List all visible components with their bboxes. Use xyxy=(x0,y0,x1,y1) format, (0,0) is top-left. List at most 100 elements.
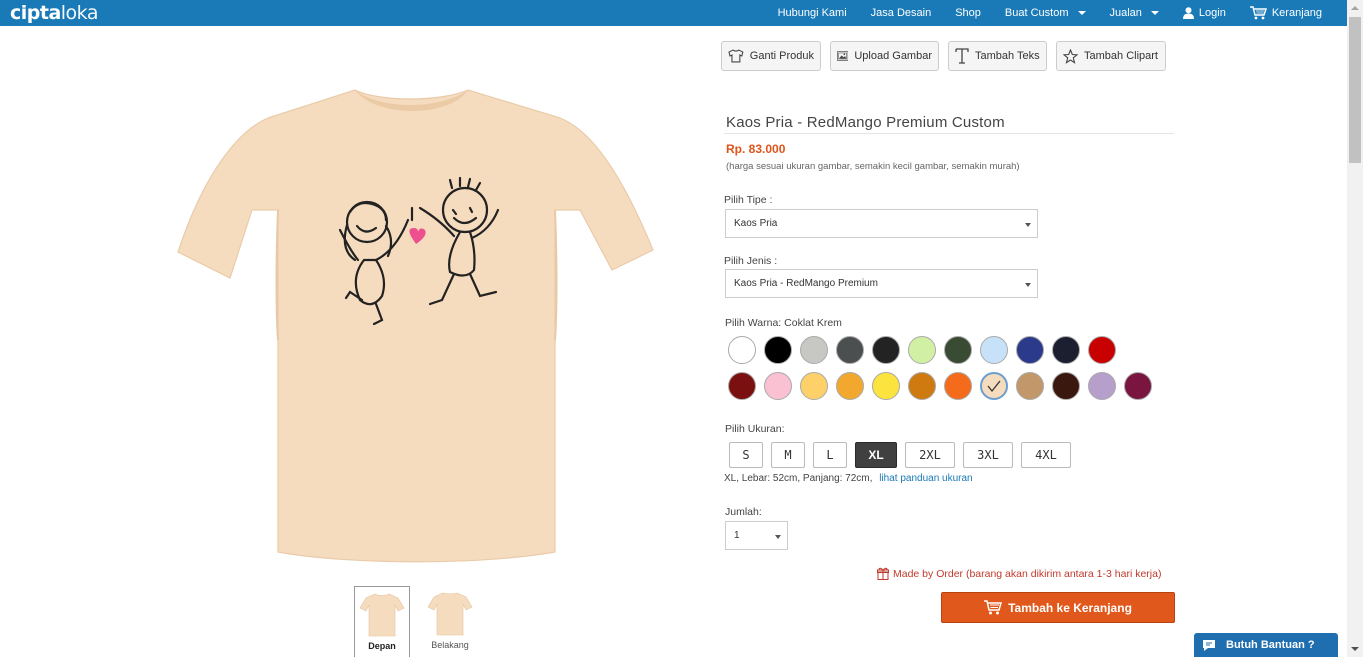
color-swatch[interactable] xyxy=(1016,372,1044,400)
nav-design-service[interactable]: Jasa Desain xyxy=(859,7,944,19)
scroll-thumb[interactable] xyxy=(1349,17,1361,163)
nav-design-label: Jasa Desain xyxy=(870,7,932,19)
chat-bubble-icon xyxy=(1203,639,1215,651)
nav-custom-label: Buat Custom xyxy=(1004,7,1069,19)
help-label: Butuh Bantuan ? xyxy=(1226,639,1315,651)
dropdown-arrow-icon xyxy=(1025,283,1031,287)
kind-select[interactable]: Kaos Pria - RedMango Premium xyxy=(725,269,1038,298)
price-note: (harga sesuai ukuran gambar, semakin kec… xyxy=(726,161,1020,172)
size-guide-link[interactable]: lihat panduan ukuran xyxy=(879,473,972,484)
color-swatch[interactable] xyxy=(1088,372,1116,400)
color-swatch[interactable] xyxy=(944,336,972,364)
nav-contact-label: Hubungi Kami xyxy=(777,7,847,19)
qty-value: 1 xyxy=(734,530,740,541)
cart-icon xyxy=(984,600,1003,615)
tshirt-front-icon xyxy=(359,593,405,637)
logo-text-thin: loka xyxy=(60,2,99,24)
size-option[interactable]: XL xyxy=(855,442,897,468)
add-text-label: Tambah Teks xyxy=(975,50,1040,62)
size-info-text: XL, Lebar: 52cm, Panjang: 72cm, xyxy=(724,473,873,484)
nav-custom-dropdown[interactable]: Buat Custom xyxy=(993,7,1098,19)
change-product-button[interactable]: Ganti Produk xyxy=(721,41,821,71)
product-title: Kaos Pria - RedMango Premium Custom xyxy=(724,114,1174,134)
chevron-down-icon xyxy=(1150,11,1159,15)
color-swatch[interactable] xyxy=(836,372,864,400)
nav-cart[interactable]: Keranjang xyxy=(1238,6,1334,20)
color-swatch[interactable] xyxy=(1016,336,1044,364)
color-swatch[interactable] xyxy=(872,336,900,364)
star-icon xyxy=(1063,48,1078,64)
type-select-value: Kaos Pria xyxy=(734,218,778,229)
nav-sell-dropdown[interactable]: Jualan xyxy=(1098,7,1171,19)
thumb-front-label: Depan xyxy=(368,641,396,651)
nav-cart-label: Keranjang xyxy=(1271,7,1322,19)
color-swatch[interactable] xyxy=(728,336,756,364)
thumb-front[interactable]: Depan xyxy=(354,586,410,657)
help-chat-button[interactable]: Butuh Bantuan ? xyxy=(1194,633,1338,657)
view-thumbnails: Depan Belakang xyxy=(354,586,478,657)
type-select[interactable]: Kaos Pria xyxy=(725,209,1038,238)
quantity-select[interactable]: 1 xyxy=(725,521,788,550)
scroll-up-arrow-icon[interactable] xyxy=(1351,6,1359,10)
logo-text-bold: cipta xyxy=(10,2,61,24)
color-swatch[interactable] xyxy=(1088,336,1116,364)
scroll-down-arrow-icon[interactable] xyxy=(1351,647,1359,651)
size-option[interactable]: 4XL xyxy=(1021,442,1071,468)
color-swatch[interactable] xyxy=(764,372,792,400)
tshirt-icon xyxy=(728,49,744,63)
upload-image-button[interactable]: Upload Gambar xyxy=(830,41,939,71)
color-swatch[interactable] xyxy=(800,336,828,364)
text-icon xyxy=(955,48,969,64)
thumb-back-label: Belakang xyxy=(431,640,469,650)
color-swatch[interactable] xyxy=(872,372,900,400)
size-option[interactable]: M xyxy=(771,442,805,468)
size-info: XL, Lebar: 52cm, Panjang: 72cm, lihat pa… xyxy=(724,473,973,484)
add-clipart-label: Tambah Clipart xyxy=(1084,50,1158,62)
dropdown-arrow-icon xyxy=(1025,223,1031,227)
color-swatch[interactable] xyxy=(1052,372,1080,400)
add-to-cart-button[interactable]: Tambah ke Keranjang xyxy=(941,592,1175,623)
add-clipart-button[interactable]: Tambah Clipart xyxy=(1056,41,1166,71)
order-note-text: Made by Order (barang akan dikirim antar… xyxy=(893,567,1162,580)
site-logo[interactable]: ciptaloka xyxy=(10,2,99,24)
size-option[interactable]: 3XL xyxy=(963,442,1013,468)
size-option[interactable]: S xyxy=(729,442,763,468)
size-option[interactable]: 2XL xyxy=(905,442,955,468)
nav-contact[interactable]: Hubungi Kami xyxy=(766,7,859,19)
nav-sell-label: Jualan xyxy=(1109,7,1142,19)
top-navbar: ciptaloka Hubungi Kami Jasa Desain Shop … xyxy=(0,0,1347,26)
nav-login[interactable]: Login xyxy=(1171,7,1238,19)
kind-label: Pilih Jenis : xyxy=(724,255,778,267)
color-swatches xyxy=(728,336,1158,400)
chevron-down-icon xyxy=(1077,11,1086,15)
color-value: Coklat Krem xyxy=(784,317,842,329)
cart-icon xyxy=(1249,6,1267,20)
add-text-button[interactable]: Tambah Teks xyxy=(948,41,1047,71)
color-swatch[interactable] xyxy=(1124,372,1152,400)
design-toolbar: Ganti Produk Upload Gambar Tambah Teks T… xyxy=(721,41,1166,71)
qty-label: Jumlah: xyxy=(725,506,762,518)
color-swatch[interactable] xyxy=(728,372,756,400)
color-swatch[interactable] xyxy=(908,372,936,400)
thumb-back[interactable]: Belakang xyxy=(422,586,478,657)
color-swatch[interactable] xyxy=(1052,336,1080,364)
size-options: S M L XL 2XL 3XL 4XL xyxy=(729,442,1071,468)
size-option[interactable]: L xyxy=(813,442,847,468)
color-swatch[interactable] xyxy=(980,372,1008,400)
product-info-panel: Kaos Pria - RedMango Premium Custom Rp. … xyxy=(724,114,1174,172)
image-icon xyxy=(837,51,849,61)
user-icon xyxy=(1182,7,1194,19)
gift-icon xyxy=(877,567,889,580)
dropdown-arrow-icon xyxy=(775,535,781,539)
nav-shop[interactable]: Shop xyxy=(943,7,993,19)
page-scrollbar[interactable] xyxy=(1347,0,1363,657)
add-to-cart-label: Tambah ke Keranjang xyxy=(1008,600,1132,615)
color-swatch[interactable] xyxy=(800,372,828,400)
product-preview[interactable] xyxy=(150,60,680,570)
color-swatch[interactable] xyxy=(764,336,792,364)
color-swatch[interactable] xyxy=(944,372,972,400)
color-swatch[interactable] xyxy=(908,336,936,364)
color-swatch[interactable] xyxy=(980,336,1008,364)
color-swatch[interactable] xyxy=(836,336,864,364)
main-nav: Hubungi Kami Jasa Desain Shop Buat Custo… xyxy=(766,0,1334,26)
